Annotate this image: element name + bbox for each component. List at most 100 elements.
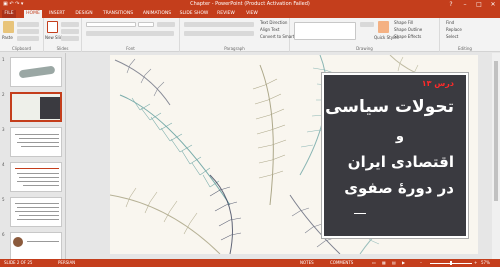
tab-slide-show[interactable]: SLIDE SHOW: [178, 10, 210, 18]
title-line-2: و: [395, 129, 404, 144]
paragraph-group: Text Direction Align Text Convert to Sma…: [180, 18, 300, 52]
title-line-4: در دورۀ صفوی: [344, 179, 454, 197]
copy-button[interactable]: [17, 29, 39, 34]
text-cursor-underline: [354, 213, 366, 214]
thumb-text-line: [17, 173, 59, 174]
slide-thumbnail-5[interactable]: [10, 197, 62, 227]
title-bar: ▣ ↶ ↷ ▾ Chapter - PowerPoint (Product Ac…: [0, 0, 500, 9]
slide-thumbnail-6[interactable]: [10, 232, 62, 262]
thumb-image: [13, 237, 23, 247]
thumb-text-line: [19, 138, 59, 139]
close-button[interactable]: ✕: [486, 0, 500, 9]
slide-thumbnail-4[interactable]: [10, 162, 62, 192]
drawing-group: Quick Styles Shape Fill Shape Outline Sh…: [290, 18, 440, 52]
normal-view-icon[interactable]: ▭: [372, 260, 376, 265]
tab-view[interactable]: VIEW: [242, 10, 262, 18]
slide-thumbnail-3[interactable]: [10, 127, 62, 157]
scrollbar-thumb[interactable]: [494, 61, 498, 201]
help-icon[interactable]: ?: [444, 0, 458, 9]
zoom-slider-knob[interactable]: [450, 261, 452, 265]
list-indent-buttons[interactable]: [184, 22, 254, 27]
title-line-1: تحولات سیاسی: [325, 97, 454, 117]
select-button[interactable]: Select: [446, 34, 458, 39]
slide-sorter-icon[interactable]: ▦: [382, 260, 386, 265]
thumb-text-line: [17, 142, 59, 143]
minimize-button[interactable]: –: [458, 0, 472, 9]
ribbon-tabs: FILE HOME INSERT DESIGN TRANSITIONS ANIM…: [0, 9, 500, 18]
ribbon: Paste Clipboard New Slide Slides Font Te…: [0, 18, 500, 52]
replace-button[interactable]: Replace: [446, 27, 462, 32]
cut-button[interactable]: [17, 22, 39, 27]
align-text-button[interactable]: Align Text: [260, 27, 279, 32]
tab-insert[interactable]: INSERT: [46, 10, 68, 18]
thumb-image: [18, 65, 56, 79]
group-label-clipboard: Clipboard: [11, 46, 32, 51]
font-name-select[interactable]: [86, 22, 136, 27]
vertical-scrollbar[interactable]: [492, 53, 500, 259]
language-indicator[interactable]: PERSIAN: [58, 260, 75, 265]
thumb-text-line: [17, 181, 59, 182]
alignment-buttons[interactable]: [184, 31, 254, 36]
thumb-number: 5: [2, 197, 5, 202]
shape-effects-button[interactable]: Shape Effects: [394, 34, 421, 39]
tab-home[interactable]: HOME: [24, 10, 42, 18]
notes-button[interactable]: NOTES: [300, 260, 314, 265]
arrange-button[interactable]: [360, 22, 374, 27]
reading-view-icon[interactable]: ▤: [392, 260, 396, 265]
shapes-gallery[interactable]: [294, 22, 356, 40]
slide-thumbnail-2[interactable]: [10, 92, 62, 122]
section-button[interactable]: [61, 36, 79, 41]
thumb-text-line: [23, 185, 59, 186]
clipboard-group: Paste Clipboard: [0, 18, 44, 52]
tab-transitions[interactable]: TRANSITIONS: [100, 10, 136, 18]
group-label-font: Font: [126, 46, 135, 51]
slide-thumbnails-panel[interactable]: 1 2 3 4 5 6: [0, 53, 66, 262]
thumb-text-line: [15, 203, 59, 204]
thumb-text-line: [15, 211, 59, 212]
quick-styles-icon[interactable]: [378, 21, 389, 33]
paste-icon[interactable]: [3, 21, 14, 33]
slide-thumbnail-1[interactable]: [10, 57, 62, 87]
comments-button[interactable]: COMMENTS: [330, 260, 353, 265]
group-label-paragraph: Paragraph: [224, 46, 245, 51]
thumb-number: 3: [2, 127, 5, 132]
thumb-number: 1: [2, 57, 5, 62]
shape-outline-button[interactable]: Shape Outline: [394, 27, 422, 32]
font-group: Font: [82, 18, 180, 52]
paste-label: Paste: [2, 35, 13, 40]
maximize-button[interactable]: □: [472, 0, 486, 9]
zoom-in-icon[interactable]: +: [474, 260, 477, 265]
format-painter-button[interactable]: [17, 36, 39, 41]
thumb-text-line: [21, 146, 59, 147]
slideshow-icon[interactable]: ▶: [402, 260, 405, 265]
group-label-slides: Slides: [56, 46, 69, 51]
thumb-text-line: [17, 219, 59, 220]
zoom-out-icon[interactable]: –: [420, 260, 422, 265]
grow-shrink-buttons[interactable]: [157, 22, 175, 27]
status-bar: SLIDE 2 OF 25 PERSIAN NOTES COMMENTS ▭ ▦…: [0, 259, 500, 267]
title-card[interactable]: درس ۱۳ تحولات سیاسی و اقتصادی ایران در د…: [322, 73, 468, 238]
find-button[interactable]: Find: [446, 20, 454, 25]
font-size-select[interactable]: [138, 22, 154, 27]
thumb-text-line: [17, 207, 59, 208]
thumb-text-line: [15, 168, 59, 169]
thumb-text-line: [27, 241, 59, 242]
slide-canvas[interactable]: درس ۱۳ تحولات سیاسی و اقتصادی ایران در د…: [110, 55, 478, 254]
group-label-drawing: Drawing: [356, 46, 373, 51]
thumb-card: [40, 97, 60, 119]
font-style-buttons[interactable]: [86, 31, 174, 36]
new-slide-icon[interactable]: [47, 21, 58, 33]
text-direction-button[interactable]: Text Direction: [260, 20, 287, 25]
tab-review[interactable]: REVIEW: [214, 10, 238, 18]
thumb-text-line: [15, 134, 59, 135]
thumb-number: 4: [2, 162, 5, 167]
lesson-number: درس ۱۳: [421, 79, 454, 88]
layout-button[interactable]: [61, 22, 79, 27]
shape-fill-button[interactable]: Shape Fill: [394, 20, 413, 25]
reset-button[interactable]: [61, 29, 79, 34]
zoom-level[interactable]: 57%: [481, 260, 490, 265]
tab-file[interactable]: FILE: [2, 10, 16, 18]
editing-group: Find Replace Select Editing: [440, 18, 490, 52]
tab-animations[interactable]: ANIMATIONS: [140, 10, 174, 18]
tab-design[interactable]: DESIGN: [72, 10, 96, 18]
